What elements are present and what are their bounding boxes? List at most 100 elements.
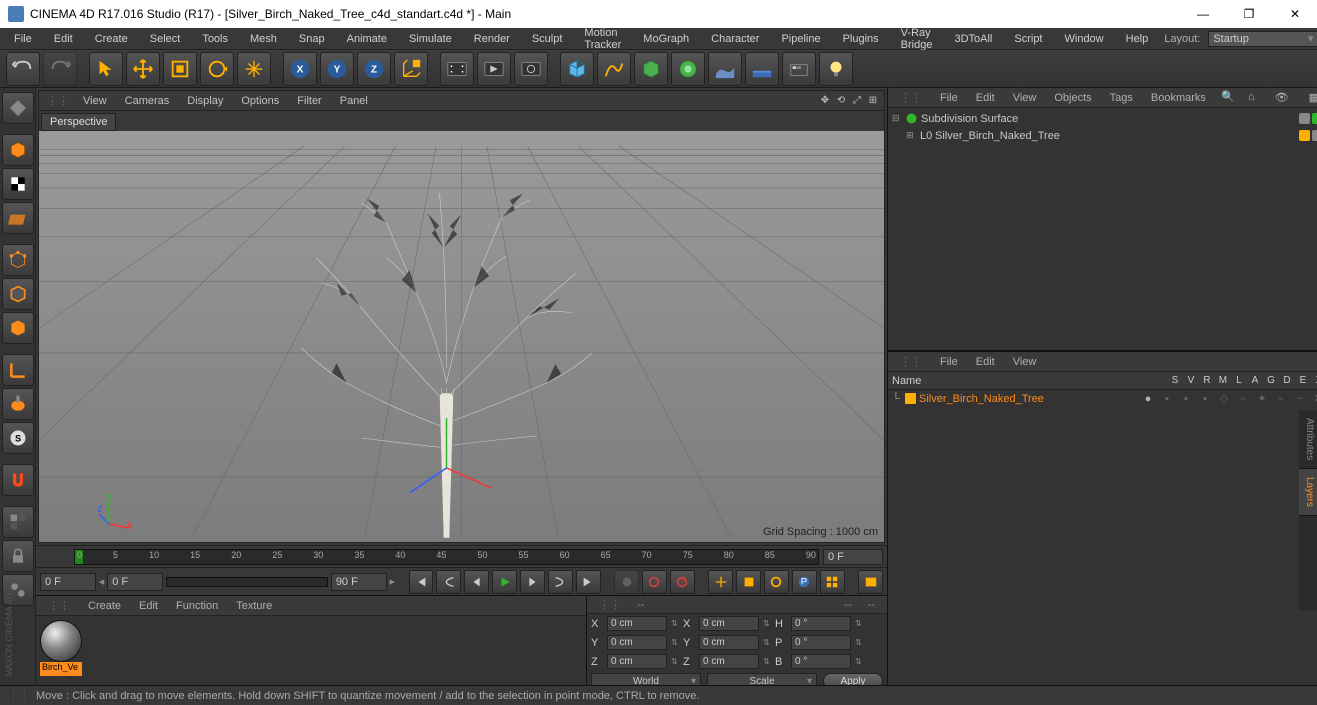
layer-x-icon[interactable]: ✖ <box>1311 392 1317 405</box>
material-name[interactable]: Birch_Ve <box>40 662 82 676</box>
tab-layers[interactable]: Layers <box>1299 469 1317 516</box>
material-thumb[interactable]: Birch_Ve <box>40 620 82 676</box>
tab-attributes[interactable]: Attributes <box>1299 410 1317 469</box>
coord-field[interactable]: 0 ° <box>791 616 851 631</box>
add-environment[interactable] <box>708 52 742 86</box>
next-key-button[interactable] <box>548 570 573 594</box>
prev-key-button[interactable] <box>436 570 461 594</box>
current-frame-field[interactable]: 0 F <box>107 573 163 591</box>
coord-field[interactable]: 0 cm <box>699 654 759 669</box>
vp-menu-filter[interactable]: Filter <box>289 93 329 109</box>
layer-d-icon[interactable]: ▫ <box>1273 393 1289 405</box>
apply-button[interactable]: Apply <box>823 673 883 685</box>
om-menu-edit[interactable]: Edit <box>968 90 1003 106</box>
render-pv[interactable] <box>477 52 511 86</box>
menu-animate[interactable]: Animate <box>337 30 397 48</box>
menu-tools[interactable]: Tools <box>192 30 238 48</box>
goto-start-button[interactable] <box>409 570 434 594</box>
tag-layer-icon[interactable] <box>1299 130 1310 141</box>
layer-color-icon[interactable] <box>905 393 916 404</box>
grip-icon[interactable]: ⋮⋮ <box>892 353 930 370</box>
minimize-button[interactable]: — <box>1189 3 1217 25</box>
menu-render[interactable]: Render <box>464 30 520 48</box>
menu-pipeline[interactable]: Pipeline <box>771 30 830 48</box>
next-frame-button[interactable] <box>520 570 545 594</box>
frame-slider[interactable] <box>166 577 328 587</box>
menu-3dtoall[interactable]: 3DToAll <box>944 30 1002 48</box>
rotate-tool[interactable] <box>200 52 234 86</box>
vp-nav-1-icon[interactable]: ✥ <box>818 94 832 108</box>
om-menu-file[interactable]: File <box>932 90 966 106</box>
layer-e-icon[interactable]: ~ <box>1292 393 1308 405</box>
object-tree[interactable]: ⊟Subdivision Surface⊞L0Silver_Birch_Nake… <box>888 108 1317 350</box>
prev-frame-button[interactable] <box>464 570 489 594</box>
layer-name[interactable]: Silver_Birch_Naked_Tree <box>919 393 1137 405</box>
tag-tex-icon[interactable] <box>1312 130 1317 141</box>
object-name[interactable]: Silver_Birch_Naked_Tree <box>935 130 1296 142</box>
add-deformer[interactable] <box>671 52 705 86</box>
grip-icon[interactable]: ⋮⋮ <box>591 596 629 613</box>
last-tool[interactable] <box>237 52 271 86</box>
om-home-icon[interactable]: ⌂ <box>1240 89 1263 106</box>
key-rot-button[interactable] <box>764 570 789 594</box>
tag-vis-icon[interactable] <box>1299 113 1310 124</box>
play-button[interactable] <box>492 570 517 594</box>
om-menu-view[interactable]: View <box>1005 90 1045 106</box>
vp-nav-4-icon[interactable]: ⊞ <box>866 94 880 108</box>
add-spline[interactable] <box>597 52 631 86</box>
grip-icon[interactable]: ⋮⋮ <box>40 597 78 614</box>
menu-simulate[interactable]: Simulate <box>399 30 462 48</box>
lay-menu-edit[interactable]: Edit <box>968 354 1003 370</box>
start-frame-field[interactable]: 0 F <box>40 573 96 591</box>
add-bulb[interactable] <box>819 52 853 86</box>
vp-menu-cameras[interactable]: Cameras <box>117 93 178 109</box>
make-editable[interactable] <box>2 92 34 124</box>
expand-icon[interactable]: ⊞ <box>906 130 916 141</box>
maximize-button[interactable]: ❐ <box>1235 3 1263 25</box>
coord-field[interactable]: 0 cm <box>699 635 759 650</box>
texture-mode[interactable] <box>2 168 34 200</box>
menu-help[interactable]: Help <box>1116 30 1159 48</box>
coord-mode-select[interactable]: Scale <box>707 673 817 685</box>
add-primitive[interactable] <box>560 52 594 86</box>
layer-v-icon[interactable]: ▪ <box>1159 393 1175 405</box>
layout-select[interactable]: Startup <box>1208 31 1317 47</box>
mat-menu-edit[interactable]: Edit <box>131 598 166 614</box>
coord-field[interactable]: 0 cm <box>607 635 667 650</box>
axis-mode[interactable] <box>2 354 34 386</box>
viewport-solo[interactable] <box>2 506 34 538</box>
keyframe-sel-button[interactable]: ? <box>670 570 695 594</box>
lay-menu-view[interactable]: View <box>1005 354 1045 370</box>
menu-character[interactable]: Character <box>701 30 769 48</box>
undo-button[interactable] <box>6 52 40 86</box>
menu-sculpt[interactable]: Sculpt <box>522 30 573 48</box>
om-grid-icon[interactable]: ▦ <box>1301 89 1317 106</box>
key-options-button[interactable] <box>858 570 883 594</box>
polygons-mode[interactable] <box>2 312 34 344</box>
menu-script[interactable]: Script <box>1004 30 1052 48</box>
add-light[interactable] <box>782 52 816 86</box>
record-button[interactable] <box>614 570 639 594</box>
menu-snap[interactable]: Snap <box>289 30 335 48</box>
vp-nav-3-icon[interactable]: ⤢ <box>850 94 864 108</box>
coord-field[interactable]: 0 cm <box>607 654 667 669</box>
menu-mograph[interactable]: MoGraph <box>633 30 699 48</box>
timeline-icon[interactable] <box>40 548 70 566</box>
key-scale-button[interactable] <box>736 570 761 594</box>
om-search-icon[interactable]: 🔍 <box>1220 89 1236 103</box>
coord-system[interactable] <box>394 52 428 86</box>
goto-end-button[interactable] <box>576 570 601 594</box>
menu-window[interactable]: Window <box>1055 30 1114 48</box>
add-generator[interactable] <box>634 52 668 86</box>
add-camera[interactable] <box>745 52 779 86</box>
grip-icon[interactable]: ⋮⋮ <box>43 92 73 109</box>
tag-chk-icon[interactable] <box>1312 113 1317 124</box>
vp-menu-display[interactable]: Display <box>179 93 231 109</box>
layer-list[interactable]: └ Silver_Birch_Naked_Tree ● ▪ ▪ ▪ ◇ ▫ ✦ … <box>888 390 1317 685</box>
layer-m-icon[interactable]: ▪ <box>1197 393 1213 405</box>
mat-menu-texture[interactable]: Texture <box>228 598 280 614</box>
vp-nav-2-icon[interactable]: ⟲ <box>834 94 848 108</box>
menu-plugins[interactable]: Plugins <box>833 30 889 48</box>
menu-v-ray-bridge[interactable]: V-Ray Bridge <box>891 24 943 54</box>
om-eye-icon[interactable]: 👁 <box>1267 89 1297 106</box>
